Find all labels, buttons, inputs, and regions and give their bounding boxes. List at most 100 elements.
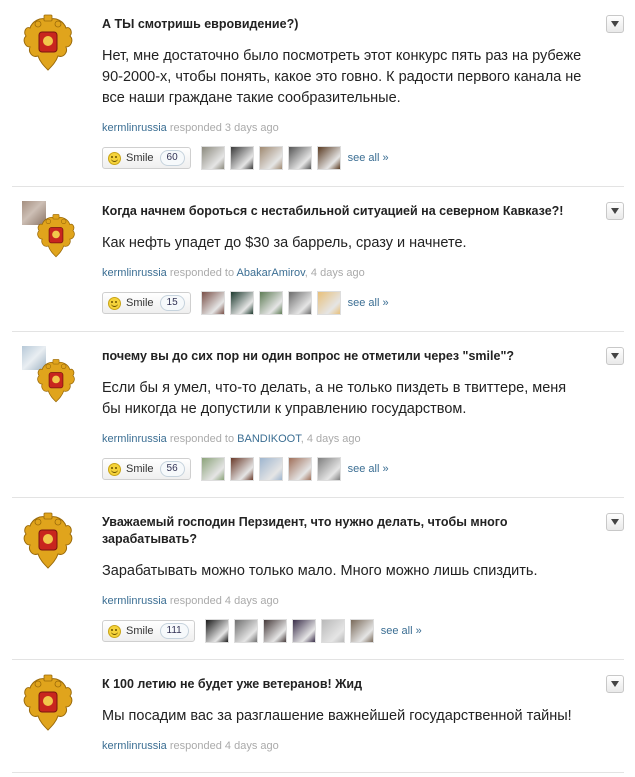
post-menu-button[interactable] — [606, 675, 624, 693]
smile-label: Smile — [126, 463, 154, 475]
see-all-link[interactable]: see all » — [381, 625, 422, 637]
responded-label: responded — [169, 740, 222, 752]
smiler-thumbnails — [200, 457, 346, 481]
response-meta: kermlinrussia responded 4 days ago — [102, 740, 584, 752]
smile-icon — [108, 462, 121, 476]
smiler-avatar[interactable] — [229, 146, 254, 170]
see-all-link[interactable]: see all » — [348, 152, 389, 164]
response-meta: kermlinrussia responded to AbakarAmirov,… — [102, 267, 584, 279]
smiler-avatar[interactable] — [258, 146, 283, 170]
see-all-link[interactable]: see all » — [348, 463, 389, 475]
response-meta: kermlinrussia responded to BANDIKOOT, 4 … — [102, 433, 584, 445]
chevron-down-icon — [611, 681, 619, 687]
chevron-down-icon — [611, 21, 619, 27]
smiler-avatar[interactable] — [200, 457, 225, 481]
smiler-avatar[interactable] — [204, 619, 229, 643]
smiler-avatar[interactable] — [320, 619, 345, 643]
smile-button[interactable]: Smile 15 — [102, 292, 191, 314]
smiler-avatar[interactable] — [287, 457, 312, 481]
actions-bar: Smile 111 see all » — [102, 619, 584, 643]
smiler-thumbnails — [200, 146, 346, 170]
responder-link[interactable]: kermlinrussia — [102, 122, 167, 134]
responded-label: responded to — [169, 433, 235, 445]
avatars — [22, 201, 80, 263]
kremlin-emblem-avatar[interactable] — [36, 358, 76, 404]
avatars — [22, 346, 80, 408]
smile-button[interactable]: Smile 56 — [102, 458, 191, 480]
responder-link[interactable]: kermlinrussia — [102, 740, 167, 752]
response-meta: kermlinrussia responded 3 days ago — [102, 122, 584, 134]
response-meta: kermlinrussia responded 4 days ago — [102, 595, 584, 607]
smile-label: Smile — [126, 625, 154, 637]
asker-link[interactable]: AbakarAmirov — [237, 267, 305, 279]
kremlin-emblem-avatar[interactable] — [22, 674, 74, 732]
answer-text: Как нефть упадет до $30 за баррель, сраз… — [102, 235, 467, 251]
post-content: К 100 летию не будет уже ветеранов! Жид М… — [102, 676, 584, 772]
answer-text: Мы посадим вас за разглашение важнейшей … — [102, 708, 572, 724]
smile-label: Smile — [126, 152, 154, 164]
smiler-avatar[interactable] — [316, 457, 341, 481]
post-menu-button[interactable] — [606, 202, 624, 220]
answer-post: К 100 летию не будет уже ветеранов! Жид М… — [12, 660, 624, 773]
smile-count: 111 — [159, 623, 189, 639]
responder-link[interactable]: kermlinrussia — [102, 433, 167, 445]
smile-icon — [108, 296, 121, 310]
smile-label: Smile — [126, 297, 154, 309]
timestamp: , 4 days ago — [300, 433, 361, 445]
chevron-down-icon — [611, 353, 619, 359]
timestamp: 3 days ago — [224, 122, 279, 134]
smiler-avatar[interactable] — [287, 146, 312, 170]
kremlin-emblem-avatar[interactable] — [22, 512, 74, 570]
answer-post: почему вы до сих пор ни один вопрос не о… — [12, 332, 624, 498]
smiler-avatar[interactable] — [233, 619, 258, 643]
smiler-avatar[interactable] — [200, 146, 225, 170]
smiler-avatar[interactable] — [316, 291, 341, 315]
post-menu-button[interactable] — [606, 347, 624, 365]
actions-bar: Smile 15 see all » — [102, 291, 584, 315]
post-content: А ТЫ смотришь евровидение?) Нет, мне дост… — [102, 16, 584, 170]
smiler-thumbnails — [204, 619, 379, 643]
post-menu-button[interactable] — [606, 15, 624, 33]
smiler-avatar[interactable] — [200, 291, 225, 315]
see-all-link[interactable]: see all » — [348, 297, 389, 309]
smiler-avatar[interactable] — [349, 619, 374, 643]
asker-link[interactable]: BANDIKOOT — [237, 433, 301, 445]
smile-count: 15 — [159, 295, 185, 311]
timestamp: 4 days ago — [224, 740, 279, 752]
answer-text: Нет, мне достаточно было посмотреть этот… — [102, 48, 582, 106]
timestamp: 4 days ago — [224, 595, 279, 607]
chevron-down-icon — [611, 208, 619, 214]
smiler-avatar[interactable] — [258, 457, 283, 481]
post-content: Когда начнем бороться с нестабильной сит… — [102, 203, 584, 315]
smile-button[interactable]: Smile 60 — [102, 147, 191, 169]
post-content: Уважаемый господин Перзидент, что нужно … — [102, 514, 584, 643]
responder-link[interactable]: kermlinrussia — [102, 267, 167, 279]
smile-count: 60 — [159, 150, 185, 166]
smiler-avatar[interactable] — [258, 291, 283, 315]
kremlin-emblem-avatar[interactable] — [22, 14, 74, 72]
responded-label: responded — [169, 595, 222, 607]
answer-post: Уважаемый господин Перзидент, что нужно … — [12, 498, 624, 660]
avatars — [22, 512, 80, 574]
answer-text: Зарабатывать можно только мало. Много мо… — [102, 563, 538, 579]
responded-label: responded — [169, 122, 222, 134]
smiler-avatar[interactable] — [316, 146, 341, 170]
smiler-avatar[interactable] — [287, 291, 312, 315]
responder-link[interactable]: kermlinrussia — [102, 595, 167, 607]
smile-icon — [108, 151, 121, 165]
smiler-avatar[interactable] — [229, 457, 254, 481]
avatars — [22, 14, 80, 76]
smiler-thumbnails — [200, 291, 346, 315]
smiler-avatar[interactable] — [262, 619, 287, 643]
smile-count: 56 — [159, 461, 185, 477]
smile-button[interactable]: Smile 111 — [102, 620, 195, 642]
smiler-avatar[interactable] — [229, 291, 254, 315]
smiler-avatar[interactable] — [291, 619, 316, 643]
avatars — [22, 674, 80, 736]
question-text: почему вы до сих пор ни один вопрос не о… — [102, 349, 515, 363]
question-text: К 100 летию не будет уже ветеранов! Жид — [102, 677, 363, 691]
smile-icon — [108, 624, 121, 638]
post-content: почему вы до сих пор ни один вопрос не о… — [102, 348, 584, 481]
post-menu-button[interactable] — [606, 513, 624, 531]
kremlin-emblem-avatar[interactable] — [36, 213, 76, 259]
